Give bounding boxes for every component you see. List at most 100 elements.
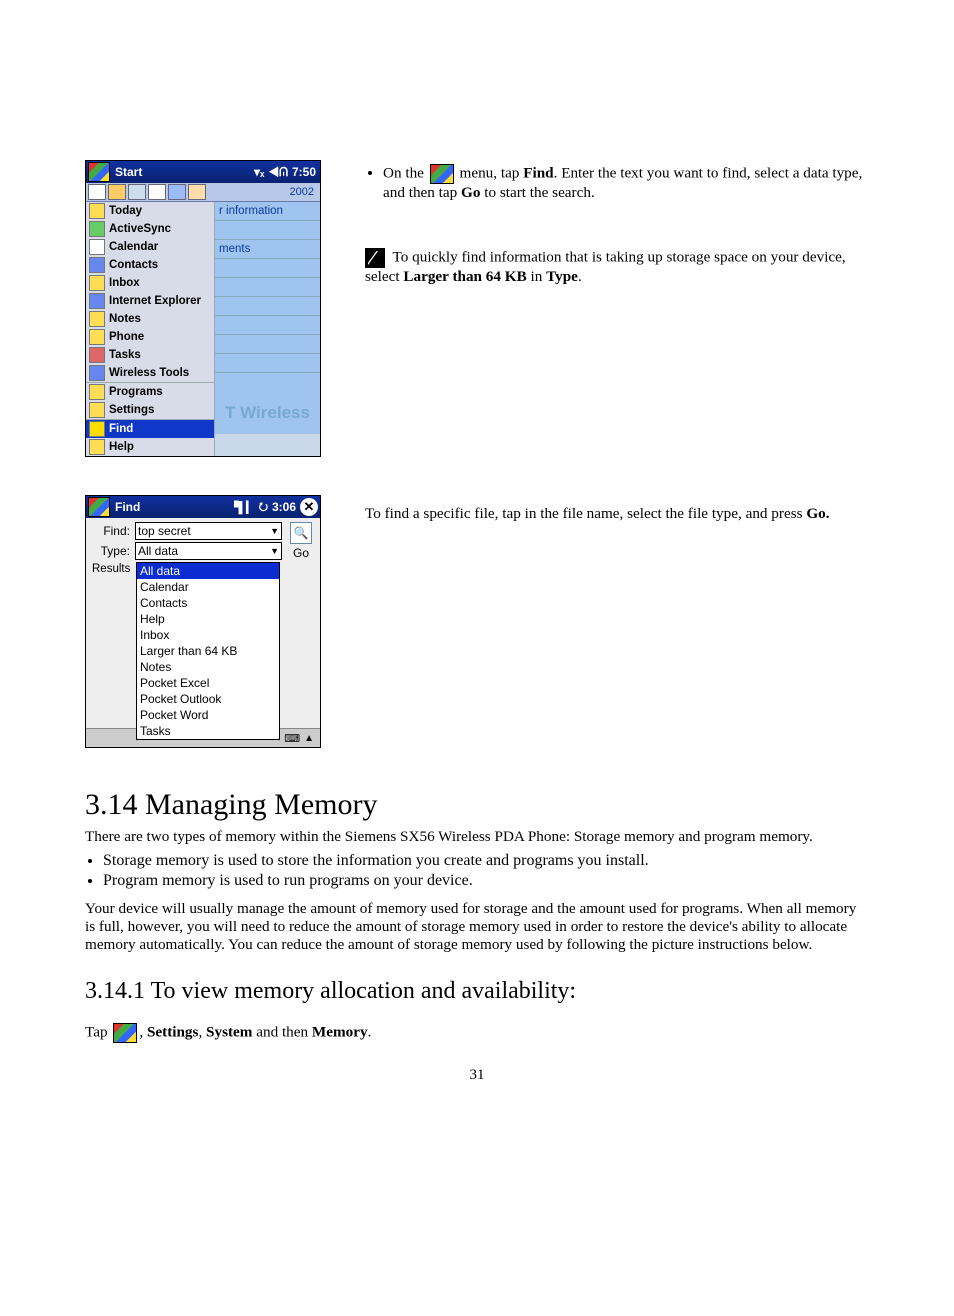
screenshot-start-menu: Start ▾ₓ ◀ᕬ 7:50 2002	[85, 160, 321, 457]
bg-line	[215, 297, 320, 316]
keyboard-icon[interactable]: ⌨	[284, 732, 300, 745]
bg-year: 2002	[290, 186, 318, 198]
list-item[interactable]: Inbox	[137, 627, 279, 643]
menu-item-wireless[interactable]: Wireless Tools	[86, 364, 214, 382]
bg-line: r information	[215, 202, 320, 221]
section-paragraph: Your device will usually manage the amou…	[85, 900, 869, 954]
list-item: Storage memory is used to store the info…	[103, 852, 869, 870]
type-select[interactable]: All data▼	[135, 542, 282, 560]
go-icon[interactable]: 🔍	[290, 522, 312, 544]
title: Find	[113, 500, 230, 514]
windows-flag-icon	[88, 497, 110, 517]
go-label: Go	[293, 546, 309, 560]
bg-line	[215, 373, 320, 391]
find-input[interactable]: top secret▼	[135, 522, 282, 540]
brand-watermark: T Wireless	[215, 391, 320, 434]
menu-item-contacts[interactable]: Contacts	[86, 256, 214, 274]
menu-item-inbox[interactable]: Inbox	[86, 274, 214, 292]
title: Start	[113, 165, 254, 179]
help-icon	[89, 439, 105, 455]
dropdown-arrow-icon[interactable]: ▼	[270, 526, 279, 536]
find-form: Find: top secret▼ Type: All data▼ 🔍 Go	[86, 518, 320, 728]
wireless-icon	[89, 365, 105, 381]
close-icon[interactable]: ✕	[300, 498, 318, 516]
up-arrow-icon[interactable]: ▲	[304, 733, 314, 744]
section-heading: 3.14 Managing Memory	[85, 788, 869, 822]
shortcut-icon	[188, 184, 206, 200]
shortcut-icon	[88, 184, 106, 200]
title-bar: Start ▾ₓ ◀ᕬ 7:50	[86, 161, 320, 183]
phone-icon	[89, 329, 105, 345]
windows-flag-icon	[88, 162, 110, 182]
subsection-instruction: Tap , Settings, System and then Memory.	[85, 1023, 869, 1043]
command-bar	[215, 434, 320, 456]
shortcut-icon	[128, 184, 146, 200]
menu-item-tasks[interactable]: Tasks	[86, 346, 214, 364]
menu-item-activesync[interactable]: ActiveSync	[86, 220, 214, 238]
shortcut-icon	[108, 184, 126, 200]
bg-line	[215, 221, 320, 240]
subsection-heading: 3.14.1 To view memory allocation and ava…	[85, 978, 869, 1005]
bg-line	[215, 278, 320, 297]
bg-line	[215, 259, 320, 278]
menu-item-notes[interactable]: Notes	[86, 310, 214, 328]
instruction-text: To find a specific file, tap in the file…	[365, 505, 869, 523]
sync-icon-small: ⭮	[259, 498, 268, 517]
results-label: Results	[90, 562, 138, 576]
section-intro: There are two types of memory within the…	[85, 828, 869, 846]
menu-item-settings[interactable]: Settings	[86, 401, 214, 419]
bg-line: ments	[215, 240, 320, 259]
list-item[interactable]: Calendar	[137, 579, 279, 595]
note-icon	[365, 248, 385, 268]
clock: 7:50	[292, 165, 316, 179]
list-item[interactable]: Pocket Excel	[137, 675, 279, 691]
list-item[interactable]: Help	[137, 611, 279, 627]
instruction-list: On the menu, tap Find. Enter the text yo…	[383, 164, 869, 202]
bg-line	[215, 316, 320, 335]
type-label: Type:	[90, 544, 130, 558]
bg-line	[215, 354, 320, 373]
type-dropdown-list[interactable]: All data Calendar Contacts Help Inbox La…	[136, 562, 280, 740]
shortcut-icon	[168, 184, 186, 200]
today-background: r information ments T Wireless	[215, 202, 320, 456]
programs-icon	[89, 384, 105, 400]
menu-item-ie[interactable]: Internet Explorer	[86, 292, 214, 310]
inbox-icon	[89, 275, 105, 291]
menu-item-phone[interactable]: Phone	[86, 328, 214, 346]
sync-icon	[89, 221, 105, 237]
start-icon	[113, 1023, 137, 1043]
start-menu-list: Today ActiveSync Calendar Contacts Inbox…	[86, 202, 215, 456]
list-item[interactable]: Notes	[137, 659, 279, 675]
today-icon	[89, 203, 105, 219]
list-item[interactable]: Pocket Word	[137, 707, 279, 723]
tasks-icon	[89, 347, 105, 363]
bg-line	[215, 335, 320, 354]
status-area: ▾ₓ ◀ᕬ 7:50	[254, 165, 320, 180]
settings-icon	[89, 402, 105, 418]
list-item[interactable]: Larger than 64 KB	[137, 643, 279, 659]
menu-item-find[interactable]: Find	[86, 419, 214, 438]
list-item[interactable]: Tasks	[137, 723, 279, 739]
dropdown-arrow-icon[interactable]: ▼	[270, 546, 279, 556]
ie-icon	[89, 293, 105, 309]
menu-item-help[interactable]: Help	[86, 438, 214, 456]
menu-item-today[interactable]: Today	[86, 202, 214, 220]
calendar-icon	[89, 239, 105, 255]
notes-icon	[89, 311, 105, 327]
signal-icon: ▾ₓ	[254, 165, 264, 179]
status-area: ▝▌▎ ⭮ 3:06	[230, 498, 300, 517]
speaker-icon: ◀ᕬ	[268, 165, 288, 180]
shortcut-icon	[148, 184, 166, 200]
screenshot-find: Find ▝▌▎ ⭮ 3:06 ✕ Find: top secret▼	[85, 495, 321, 748]
menu-item-calendar[interactable]: Calendar	[86, 238, 214, 256]
note-paragraph: To quickly find information that is taki…	[365, 248, 869, 286]
menu-item-programs[interactable]: Programs	[86, 382, 214, 401]
shortcut-bar: 2002	[86, 183, 320, 202]
find-icon	[89, 421, 105, 437]
list-item[interactable]: Contacts	[137, 595, 279, 611]
list-item: Program memory is used to run programs o…	[103, 872, 869, 890]
memory-types-list: Storage memory is used to store the info…	[103, 852, 869, 890]
list-item[interactable]: Pocket Outlook	[137, 691, 279, 707]
list-item[interactable]: All data	[137, 563, 279, 579]
contacts-icon	[89, 257, 105, 273]
